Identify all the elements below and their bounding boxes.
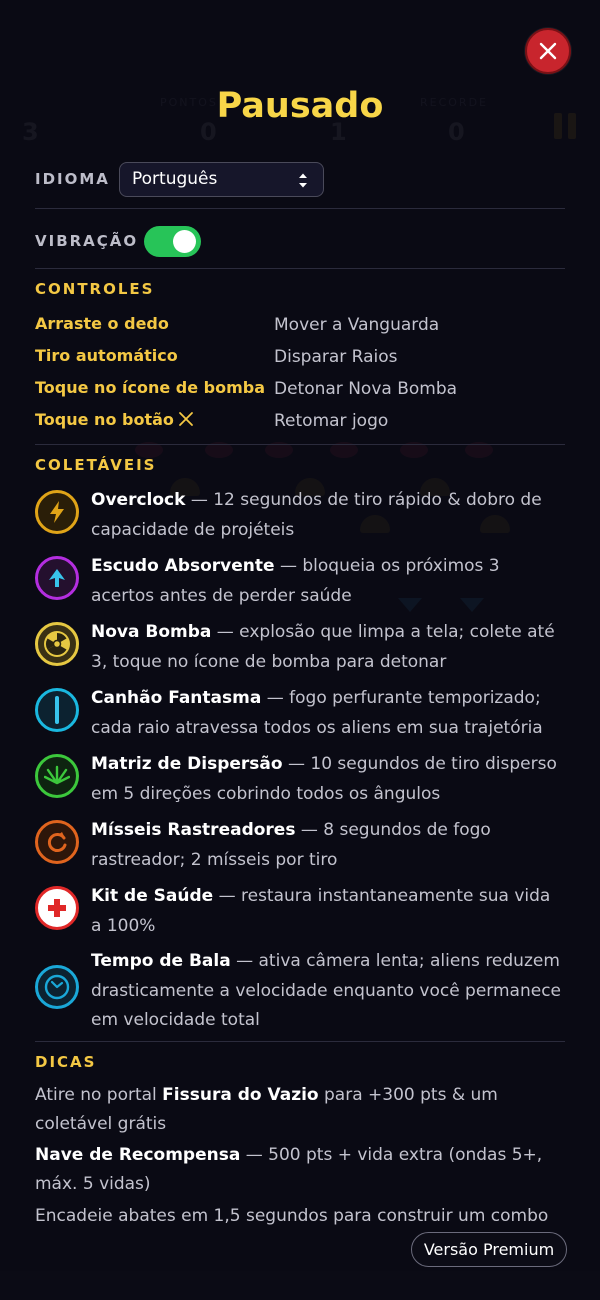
divider [35,208,565,209]
toggle-knob [173,230,196,253]
collectible-name: Nova Bomba [91,622,212,642]
tip-line: Encadeie abates em 1,5 segundos para con… [35,1202,565,1231]
control-key: Toque no ícone de bomba [35,378,266,397]
language-select[interactable]: Português [119,162,324,197]
tip-line: Nave de Recompensa — 500 pts + vida extr… [35,1141,545,1199]
tip-highlight: Fissura do Vazio [162,1085,319,1105]
control-key: Tiro automático [35,346,178,365]
vibration-toggle[interactable] [144,226,201,257]
vibration-label: VIBRAÇÃO [35,232,139,250]
collectible-name: Escudo Absorvente [91,556,275,576]
collectible-text: Mísseis Rastreadores — 8 segundos de fog… [91,816,565,875]
collectible-text: Tempo de Bala — ativa câmera lenta; alie… [91,947,565,1036]
collectible-text: Canhão Fantasma — fogo perfurante tempor… [91,684,565,743]
collectible-name: Tempo de Bala [91,951,231,971]
close-x-icon [178,412,193,426]
health-cross-icon [35,886,79,930]
beam-icon [35,688,79,732]
collectible-name: Mísseis Rastreadores [91,820,296,840]
collectible-text: Escudo Absorvente — bloqueia os próximos… [91,552,565,611]
control-key-row: Toque no botão [35,410,194,429]
tip-text: Atire no portal [35,1085,163,1105]
collectible-name: Matriz de Dispersão [91,754,283,774]
radiation-icon [35,622,79,666]
tip-text: Encadeie abates em 1,5 segundos para con… [35,1206,549,1226]
tip-highlight: Nave de Recompensa [35,1145,241,1165]
collectibles-heading: COLETÁVEIS [35,456,157,474]
collectible-name: Kit de Saúde [91,886,214,906]
divider [35,268,565,269]
close-icon [539,42,557,60]
select-arrows-icon [299,173,307,188]
collectible-text: Matriz de Dispersão — 10 segundos de tir… [91,750,565,809]
control-key: Arraste o dedo [35,314,169,333]
close-button[interactable] [525,28,571,74]
tips-heading: DICAS [35,1053,97,1071]
collectible-name: Canhão Fantasma [91,688,262,708]
tip-line: Atire no portal Fissura do Vazio para +3… [35,1081,545,1139]
language-selected-value: Português [132,169,218,189]
controls-heading: CONTROLES [35,280,155,298]
divider [35,444,565,445]
shield-icon [35,556,79,600]
spread-icon [35,754,79,798]
control-key: Toque no botão [35,410,174,429]
control-action: Detonar Nova Bomba [274,379,458,399]
control-action: Disparar Raios [274,347,398,367]
homing-missile-icon [35,820,79,864]
control-action: Retomar jogo [274,411,389,431]
collectible-name: Overclock [91,490,186,510]
premium-version-button[interactable]: Versão Premium [411,1232,567,1267]
lightning-icon [35,490,79,534]
page-title: Pausado [216,86,384,126]
divider [35,1041,565,1042]
control-action: Mover a Vanguarda [274,315,440,335]
clock-icon [35,965,79,1009]
language-label: IDIOMA [35,170,110,188]
collectible-text: Kit de Saúde — restaura instantaneamente… [91,882,565,941]
collectible-text: Nova Bomba — explosão que limpa a tela; … [91,618,565,677]
collectible-text: Overclock — 12 segundos de tiro rápido &… [91,486,565,545]
